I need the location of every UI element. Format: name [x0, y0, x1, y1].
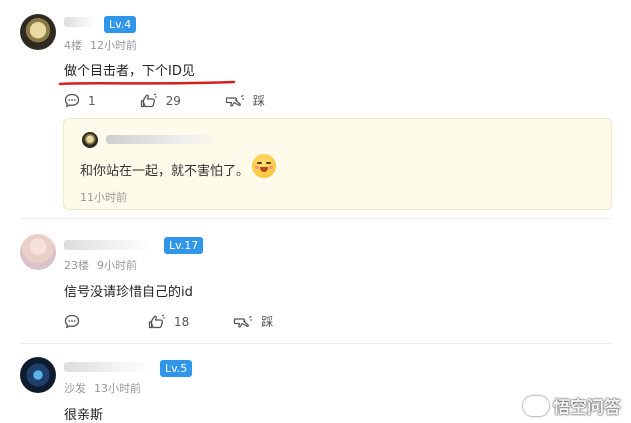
level-badge: Lv.17 — [164, 237, 204, 254]
username[interactable] — [64, 17, 98, 27]
emoji-smile-icon — [252, 154, 276, 178]
wukong-logo-icon — [523, 395, 549, 416]
reply-button[interactable]: 1 — [64, 93, 96, 108]
dislike-button[interactable]: 踩 — [225, 92, 265, 109]
comment-icon — [64, 314, 80, 329]
like-button[interactable]: 29 — [140, 93, 181, 108]
like-count: 29 — [165, 93, 181, 108]
floor-number: 4楼 — [64, 39, 82, 52]
comment-meta: 沙发 13小时前 — [64, 380, 141, 396]
reply-text: 和你站在一起，就不害怕了。 — [80, 164, 250, 179]
dislike-button[interactable]: 踩 — [233, 313, 273, 330]
comment-meta: 4楼 12小时前 — [64, 37, 137, 53]
watermark: 悟空问答 — [523, 393, 621, 418]
comment-text: 信号没请珍惜自己的id — [64, 285, 193, 300]
comment-actions: 1 29 踩 — [64, 92, 309, 109]
divider — [20, 218, 611, 219]
comment-icon — [64, 93, 80, 108]
level-badge: Lv.4 — [104, 16, 137, 33]
comment-actions: 18 踩 — [64, 313, 317, 330]
dislike-icon — [225, 94, 244, 107]
timestamp: 13小时前 — [94, 382, 141, 395]
like-button[interactable]: 18 — [148, 314, 189, 329]
reply-timestamp: 11小时前 — [80, 191, 127, 204]
floor-number: 沙发 — [64, 382, 86, 395]
avatar[interactable] — [20, 357, 56, 393]
avatar[interactable] — [20, 234, 56, 270]
divider — [20, 343, 611, 344]
reply-box: 和你站在一起，就不害怕了。 11小时前 — [63, 118, 612, 210]
username[interactable] — [64, 362, 152, 372]
username[interactable] — [64, 240, 154, 250]
floor-number: 23楼 — [64, 259, 89, 272]
reply-count: 1 — [88, 93, 96, 108]
reply-button[interactable] — [64, 314, 88, 329]
dislike-icon — [234, 315, 253, 328]
level-badge: Lv.5 — [160, 360, 193, 377]
like-count: 18 — [174, 314, 190, 329]
highlight-underline — [58, 80, 236, 86]
timestamp: 9小时前 — [97, 259, 137, 272]
timestamp: 12小时前 — [90, 39, 137, 52]
dislike-label: 踩 — [252, 94, 265, 108]
avatar[interactable] — [20, 14, 56, 50]
comment-text: 做个目击者，下个ID见 — [64, 64, 195, 79]
comment-meta: 23楼 9小时前 — [64, 257, 137, 273]
reply-username[interactable] — [106, 135, 216, 144]
dislike-label: 踩 — [261, 315, 274, 329]
like-icon — [148, 314, 165, 329]
comment-text: 很亲斯 — [64, 408, 104, 423]
watermark-text: 悟空问答 — [553, 398, 621, 418]
reply-avatar[interactable] — [82, 132, 98, 148]
like-icon — [140, 93, 157, 108]
